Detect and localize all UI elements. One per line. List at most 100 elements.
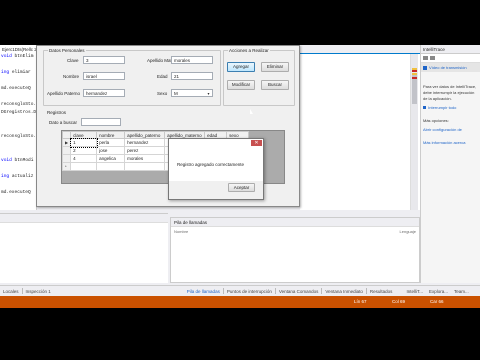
locals-panel: [0, 213, 168, 283]
grid-cell[interactable]: 1: [69, 137, 98, 148]
tab-locals[interactable]: Locales: [0, 289, 22, 294]
registros-label: Registros: [47, 110, 67, 115]
grid-cell[interactable]: [96, 162, 126, 171]
code-text: md.executeQ: [1, 86, 31, 91]
agregar-button[interactable]: Agregar: [227, 62, 255, 72]
intellitrace-panel: IntelliTrace Vídeo de transmisión Para v…: [420, 45, 480, 283]
grid-cell[interactable]: angelica: [96, 154, 126, 163]
more-options-label: Más opciones:: [423, 118, 449, 123]
grid-col-header[interactable]: nombre: [96, 131, 126, 139]
modificar-button[interactable]: Modificar: [227, 80, 255, 90]
grid-row-header[interactable]: [61, 154, 72, 163]
status-char: Car 66: [430, 299, 444, 304]
code-line: reconsgloSto.S: [0, 102, 39, 110]
code-line: void btnElim: [0, 54, 36, 62]
call-stack-col-language: Lenguaje: [399, 229, 416, 234]
grid-row-header[interactable]: *: [61, 162, 72, 171]
clave-input[interactable]: 3: [83, 56, 125, 64]
locals-header: [0, 214, 168, 223]
message-box-body: Registro agregado correctamente: [169, 147, 263, 181]
chevron-down-icon: ▾: [207, 91, 210, 96]
video-icon: [423, 65, 427, 70]
grid-cell[interactable]: 4: [70, 154, 98, 163]
code-text: actualiz: [11, 174, 34, 179]
tab-output[interactable]: Resultados: [367, 289, 396, 294]
sexo-label: Sexo: [157, 91, 168, 96]
code-line: reconsgloSto.S: [0, 134, 39, 142]
dato-buscar-label: Dato a buscar: [49, 120, 78, 125]
call-stack-panel: Pila de llamadas Nombre Lenguaje: [170, 217, 420, 283]
accept-button[interactable]: Aceptar: [228, 183, 255, 192]
code-line: DGregistros.D: [0, 110, 36, 118]
call-stack-col-spacer: [228, 229, 359, 233]
tab-call-stack[interactable]: Pila de llamadas: [184, 289, 223, 294]
interrupt-all-label: Interrumpir todo: [428, 105, 457, 110]
code-keyword: ing: [1, 70, 12, 75]
status-line: Lín 67: [354, 299, 367, 304]
video-link[interactable]: Vídeo de transmisión: [421, 63, 480, 72]
editor-scrollbar[interactable]: [410, 54, 418, 210]
code-text: reconsgloSto.S: [1, 102, 39, 107]
grid-corner: [61, 131, 72, 139]
grid-cell[interactable]: [124, 162, 166, 171]
editor-tabstrip-right: [300, 45, 420, 54]
clave-label: Clave: [67, 58, 79, 63]
toolbar-icon[interactable]: [430, 56, 435, 60]
code-text: md.executeQ: [1, 190, 31, 195]
code-editor[interactable]: Ejerc1Dts(Rellc 2).frm void btnElim ing e…: [0, 45, 39, 210]
code-text: DGregistros.D: [1, 110, 37, 115]
close-icon[interactable]: ✕: [251, 140, 262, 146]
tab-intellitrace[interactable]: IntelliT...: [403, 289, 426, 294]
editor-tabstrip: Ejerc1Dts(Rellc 2).frm: [0, 45, 36, 54]
more-info-link[interactable]: Más información acerca: [421, 139, 480, 147]
grid-row-header[interactable]: ▶: [61, 138, 72, 147]
tab-team[interactable]: Team...: [451, 289, 472, 294]
grid-cell[interactable]: [70, 162, 98, 171]
grid-row-header[interactable]: [61, 146, 72, 155]
grid-cell[interactable]: 2: [70, 146, 98, 155]
tab-immediate-window[interactable]: Ventana Inmediato: [322, 289, 366, 294]
tab-breakpoints[interactable]: Puntos de interrupción: [224, 289, 275, 294]
code-text: btnElim: [14, 54, 34, 59]
video-letterbox-bottom: [0, 308, 480, 360]
edad-input[interactable]: 21: [171, 72, 213, 80]
intellitrace-info: Para ver datos de IntelliTrace, debe int…: [423, 84, 477, 101]
dato-buscar-input[interactable]: [81, 118, 121, 126]
buscar-button[interactable]: Buscar: [261, 80, 289, 90]
scrollbar-marker: [412, 70, 417, 72]
code-editor-right[interactable]: [300, 45, 420, 210]
message-text: Registro agregado correctamente: [177, 162, 245, 167]
code-line: ing elimiar: [0, 70, 36, 78]
tab-explorer[interactable]: Explora...: [426, 289, 451, 294]
grid-col-header[interactable]: clave: [70, 131, 98, 139]
message-box-titlebar: ✕: [169, 139, 263, 147]
sexo-select-value: M: [174, 91, 178, 96]
grid-cell[interactable]: hernandez: [124, 138, 166, 147]
tab-watch-1[interactable]: Inspección 1: [23, 289, 54, 294]
eliminar-button[interactable]: Eliminar: [261, 62, 289, 72]
grid-cell[interactable]: jose: [96, 146, 126, 155]
open-config-link[interactable]: Abrir configuración de: [421, 126, 480, 134]
tab-command-window[interactable]: Ventana Comandos: [276, 289, 322, 294]
code-line: ing actualiz: [0, 174, 36, 182]
pause-icon: [423, 106, 426, 109]
editor-tab[interactable]: Ejerc1Dts(Rellc 2).frm: [0, 45, 36, 54]
nombre-input[interactable]: israel: [83, 72, 125, 80]
apellido-paterno-input[interactable]: hernandez: [83, 89, 125, 97]
grid-cell[interactable]: morales: [124, 154, 166, 163]
apellido-materno-input[interactable]: morales: [171, 56, 213, 64]
code-line: md.executeQ: [0, 86, 36, 94]
mouse-cursor-icon: [250, 109, 253, 114]
call-stack-columns: Nombre Lenguaje: [171, 227, 419, 235]
code-line: md.executeQ: [0, 190, 36, 198]
sexo-select[interactable]: M ▾: [171, 89, 213, 97]
grid-col-header[interactable]: apellido_paterno: [124, 131, 166, 139]
message-box: ✕ Registro agregado correctamente Acepta…: [168, 138, 264, 200]
grid-cell[interactable]: perla: [96, 138, 126, 147]
grid-cell[interactable]: perez: [124, 146, 166, 155]
interrupt-all-link[interactable]: Interrumpir todo: [421, 104, 480, 112]
toolbar-icon[interactable]: [423, 56, 428, 60]
